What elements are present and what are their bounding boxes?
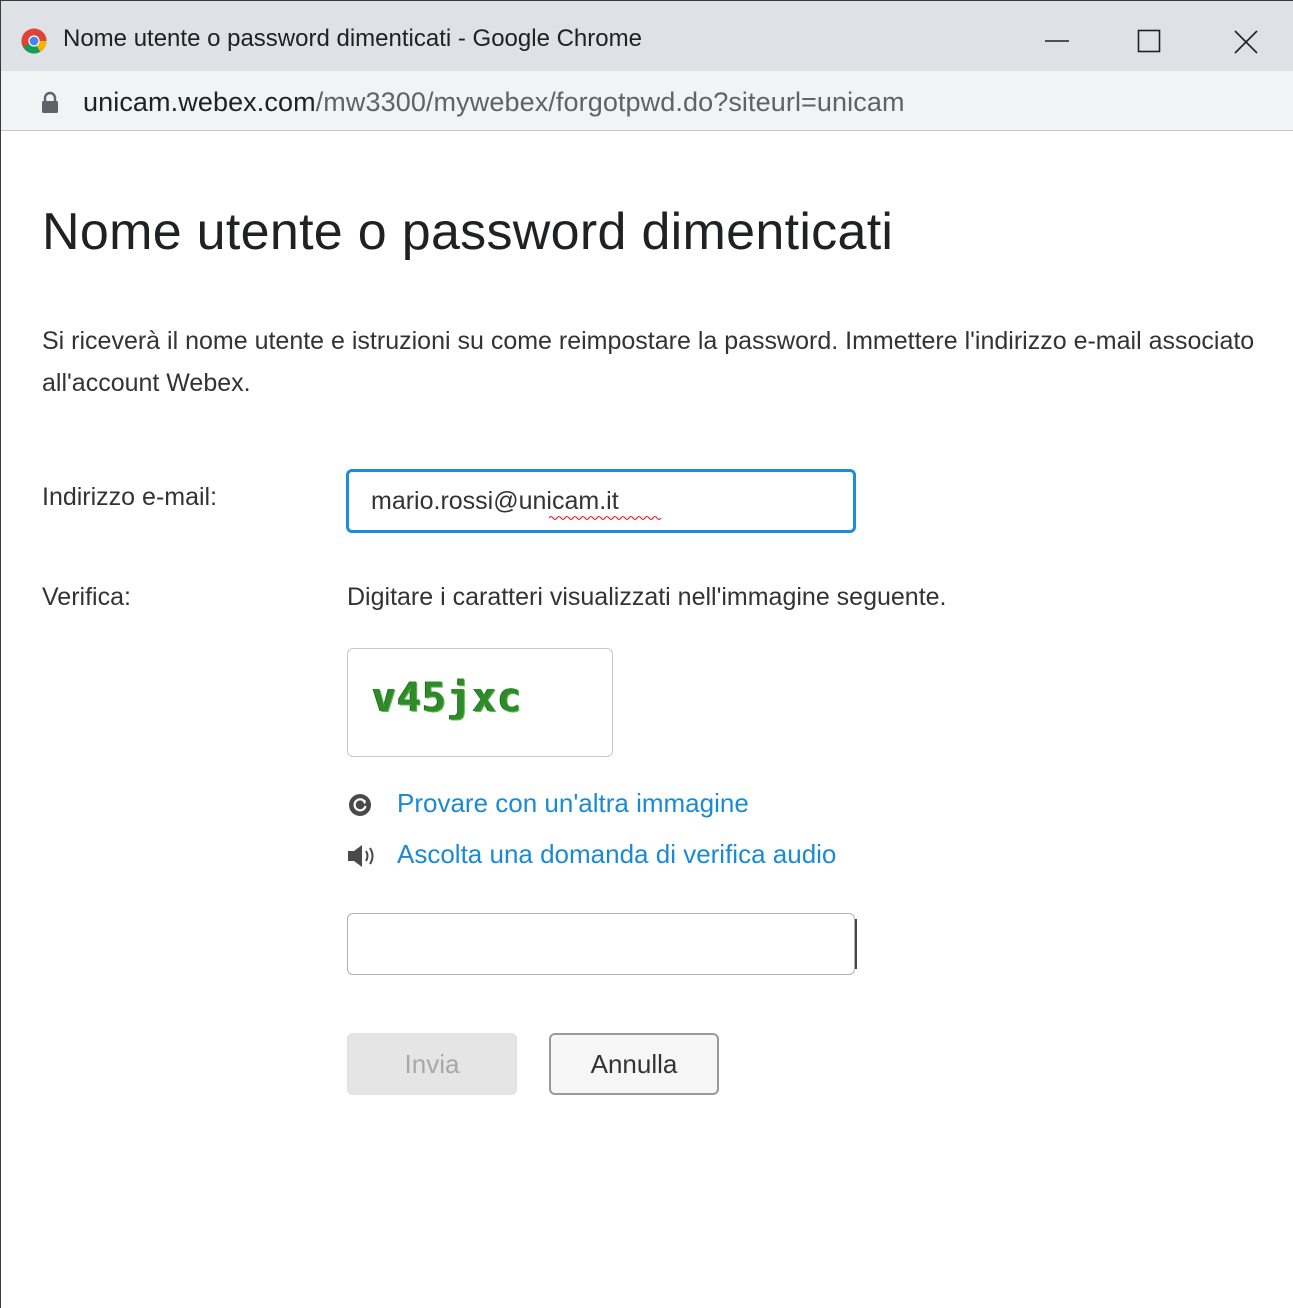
- title-bar: Nome utente o password dimenticati - Goo…: [1, 1, 1293, 71]
- email-field[interactable]: [346, 469, 856, 533]
- captcha-image: v45jxc: [347, 648, 613, 757]
- window-title: Nome utente o password dimenticati - Goo…: [63, 25, 642, 52]
- maximize-icon: [1137, 29, 1161, 53]
- page-description: Si riceverà il nome utente e istruzioni …: [42, 327, 1255, 397]
- lock-icon[interactable]: [39, 90, 61, 114]
- submit-button[interactable]: Invia: [347, 1033, 517, 1095]
- cancel-button[interactable]: Annulla: [549, 1033, 719, 1095]
- close-button[interactable]: [1195, 1, 1287, 71]
- url-text[interactable]: unicam.webex.com/mw3300/mywebex/forgotpw…: [83, 87, 905, 118]
- close-icon: [1234, 30, 1258, 54]
- speaker-icon[interactable]: [347, 842, 381, 870]
- minimize-button[interactable]: [1011, 1, 1103, 71]
- captcha-text: v45jxc: [372, 675, 523, 721]
- refresh-captcha-link[interactable]: Provare con un'altra immagine: [397, 788, 749, 819]
- email-label: Indirizzo e-mail:: [42, 483, 218, 511]
- audio-captcha-link[interactable]: Ascolta una domanda di verifica audio: [397, 839, 836, 870]
- url-host: unicam.webex.com: [83, 87, 316, 117]
- text-cursor: [855, 919, 857, 969]
- chrome-logo-icon: [21, 28, 47, 54]
- page-title: Nome utente o password dimenticati: [42, 203, 894, 261]
- refresh-icon[interactable]: [347, 791, 381, 819]
- page-content: Nome utente o password dimenticati Si ri…: [1, 132, 1293, 1308]
- verification-instruction: Digitare i caratteri visualizzati nell'i…: [347, 583, 947, 611]
- maximize-button[interactable]: [1103, 1, 1195, 71]
- spellcheck-underline: [549, 515, 662, 521]
- captcha-input[interactable]: [347, 913, 855, 975]
- address-bar[interactable]: unicam.webex.com/mw3300/mywebex/forgotpw…: [1, 71, 1293, 131]
- minimize-icon: [1045, 40, 1069, 42]
- browser-window: Nome utente o password dimenticati - Goo…: [0, 0, 1293, 1308]
- verification-label: Verifica:: [42, 583, 131, 611]
- url-path: /mw3300/mywebex/forgotpwd.do?siteurl=uni…: [315, 87, 905, 117]
